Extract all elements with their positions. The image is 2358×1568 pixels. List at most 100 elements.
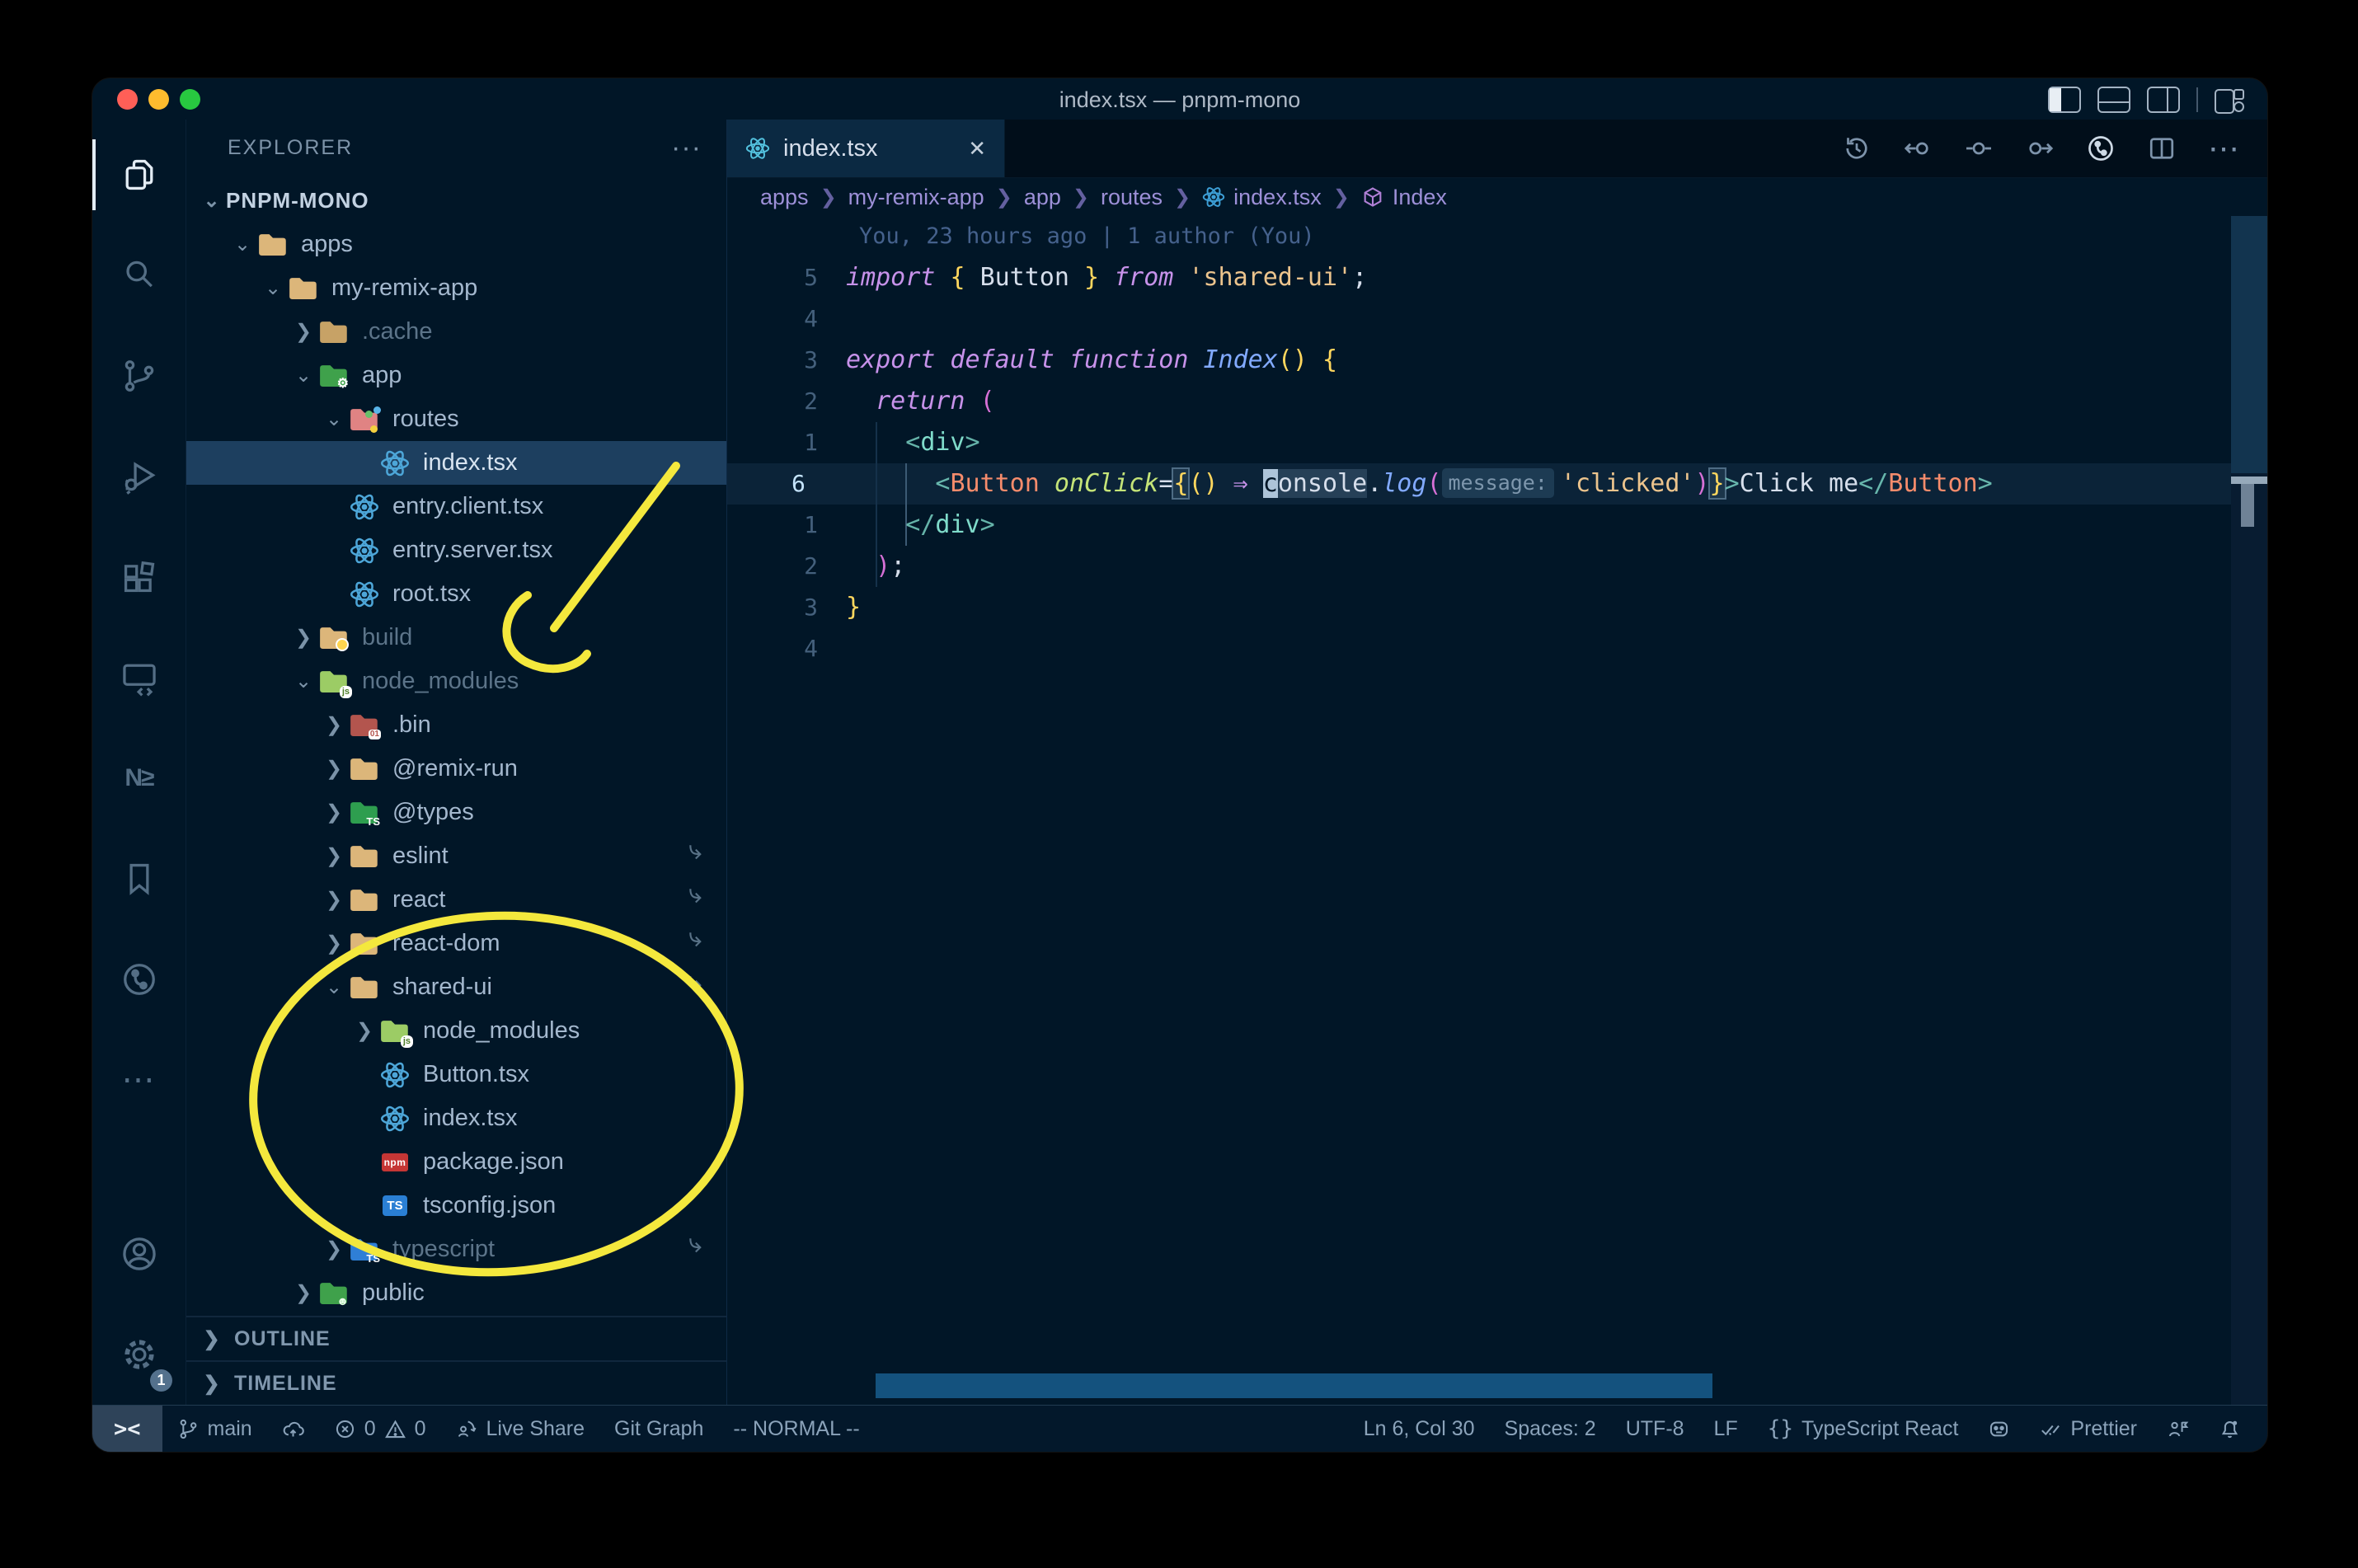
- line-number: 3: [804, 346, 818, 373]
- breadcrumb-separator: ❯: [1174, 185, 1191, 209]
- breadcrumb-apps[interactable]: apps: [760, 185, 809, 210]
- tree-item-app[interactable]: ⌄ ⚙ app: [186, 354, 726, 397]
- notifications-item[interactable]: [2204, 1406, 2256, 1452]
- toggle-panel-icon[interactable]: [2097, 87, 2130, 113]
- code-token: {: [1322, 345, 1338, 374]
- errors-icon: [336, 1420, 354, 1438]
- git-graph-item[interactable]: Git Graph: [599, 1406, 718, 1452]
- tree-item-apps[interactable]: ⌄ apps: [186, 223, 726, 266]
- breadcrumb-index-tsx[interactable]: index.tsx: [1202, 185, 1322, 210]
- toggle-sidebar-icon[interactable]: [2048, 87, 2081, 113]
- timeline-section[interactable]: ❯ TIMELINE: [186, 1360, 726, 1405]
- horizontal-scrollbar[interactable]: [876, 1373, 1712, 1398]
- formatter-item[interactable]: Prettier: [2025, 1406, 2152, 1452]
- tree-item-label: entry.client.tsx: [392, 493, 544, 519]
- next-change-icon[interactable]: [2025, 134, 2055, 163]
- tab-bar: index.tsx ✕ ⋯: [727, 120, 2267, 178]
- tree-item-routes[interactable]: ⌄ routes: [186, 397, 726, 441]
- activity-item-account[interactable]: [92, 1204, 186, 1304]
- tab-index-tsx[interactable]: index.tsx ✕: [727, 120, 1005, 177]
- live-share-item[interactable]: Live Share: [441, 1406, 600, 1452]
- git-graph-icon[interactable]: [2086, 134, 2116, 163]
- tree-item-react-dom[interactable]: ❯ react-dom: [186, 922, 726, 965]
- breadcrumb-app[interactable]: app: [1024, 185, 1061, 210]
- language-mode-item[interactable]: {} TypeScript React: [1753, 1406, 1974, 1452]
- vertical-scrollbar[interactable]: [2231, 216, 2267, 1405]
- tree-item-button-tsx[interactable]: Button.tsx: [186, 1053, 726, 1096]
- code-line: 3}: [727, 587, 2267, 628]
- breadcrumb-my-remix-app[interactable]: my-remix-app: [848, 185, 984, 210]
- tree-item-shared-ui[interactable]: ⌄ shared-ui: [186, 965, 726, 1009]
- tree-item--remix-run[interactable]: ❯ @remix-run: [186, 747, 726, 791]
- tree-item-react[interactable]: ❯ react: [186, 878, 726, 922]
- tree-item--bin[interactable]: ❯ 01 .bin: [186, 703, 726, 747]
- activity-item-more-views[interactable]: ⋯: [92, 1030, 186, 1130]
- tree-item-node-modules[interactable]: ⌄ js node_modules: [186, 660, 726, 703]
- feedback-item[interactable]: [2152, 1406, 2204, 1452]
- code-token: >: [979, 510, 995, 539]
- tree-item-root-tsx[interactable]: root.tsx: [186, 572, 726, 616]
- split-editor-icon[interactable]: [2147, 134, 2177, 163]
- tree-item--types[interactable]: ❯ TS @types: [186, 791, 726, 834]
- copilot-item[interactable]: [1973, 1406, 2025, 1452]
- sync-changes-item[interactable]: [267, 1406, 319, 1452]
- outline-section[interactable]: ❯ OUTLINE: [186, 1316, 726, 1360]
- activity-item-source-control[interactable]: [92, 326, 186, 426]
- breadcrumb-routes[interactable]: routes: [1101, 185, 1163, 210]
- tree-item-tsconfig-json[interactable]: TS tsconfig.json: [186, 1184, 726, 1228]
- tsconfig-icon: TS: [378, 1191, 411, 1221]
- line-number: 4: [804, 635, 818, 662]
- more-actions-icon[interactable]: ⋯: [2208, 130, 2239, 167]
- eol-item[interactable]: LF: [1699, 1406, 1753, 1452]
- customize-layout-icon[interactable]: [2215, 87, 2246, 114]
- indentation-item[interactable]: Spaces: 2: [1490, 1406, 1611, 1452]
- previous-change-icon[interactable]: [1903, 134, 1933, 163]
- explorer-more-actions-icon[interactable]: ···: [671, 132, 702, 164]
- tree-item-node-modules[interactable]: ❯ js node_modules: [186, 1009, 726, 1053]
- tree-item-my-remix-app[interactable]: ⌄ my-remix-app: [186, 266, 726, 310]
- activity-item-extensions[interactable]: [92, 527, 186, 627]
- tree-item--cache[interactable]: ❯ .cache: [186, 310, 726, 354]
- tree-item-package-json[interactable]: npm package.json: [186, 1140, 726, 1184]
- close-tab-icon[interactable]: ✕: [968, 136, 986, 162]
- tree-root-pnpm-mono[interactable]: ⌄ PNPM-MONO: [186, 179, 726, 223]
- breadcrumb-index[interactable]: Index: [1361, 185, 1447, 210]
- tree-item-index-tsx[interactable]: index.tsx: [186, 1096, 726, 1140]
- remote-indicator[interactable]: ><: [92, 1406, 162, 1452]
- code-token: {: [950, 263, 980, 292]
- activity-item-run-debug[interactable]: [92, 426, 186, 527]
- activity-item-settings[interactable]: 1: [92, 1304, 186, 1405]
- activity-item-git-graph[interactable]: [92, 929, 186, 1030]
- activity-item-nx-console[interactable]: N≥: [92, 728, 186, 829]
- tree-item-build[interactable]: ❯ build: [186, 616, 726, 660]
- tree-item-label: node_modules: [362, 668, 519, 694]
- layout-controls: [2048, 87, 2246, 114]
- local-history-icon[interactable]: [1842, 134, 1872, 163]
- activity-item-bookmarks[interactable]: [92, 829, 186, 929]
- activity-item-explorer[interactable]: [92, 124, 186, 225]
- scrollbar-slider[interactable]: [2231, 216, 2267, 473]
- formatter-label: Prettier: [2070, 1416, 2137, 1440]
- toggle-secondary-sidebar-icon[interactable]: [2147, 87, 2180, 113]
- cursor-position-item[interactable]: Ln 6, Col 30: [1349, 1406, 1490, 1452]
- folder-icon: TS: [348, 1235, 381, 1265]
- activity-item-remote-explorer[interactable]: [92, 627, 186, 728]
- problems-item[interactable]: 0 0: [319, 1406, 441, 1452]
- git-branch-item[interactable]: main: [162, 1406, 267, 1452]
- chevron-right-icon: ❯: [294, 1282, 312, 1304]
- activity-item-search[interactable]: [92, 225, 186, 326]
- code-token: </: [1858, 469, 1889, 498]
- tree-item-entry-server-tsx[interactable]: entry.server.tsx: [186, 528, 726, 572]
- tree-item-label: Button.tsx: [423, 1061, 529, 1087]
- open-changes-icon[interactable]: [1964, 134, 1994, 163]
- file-tree: ⌄ PNPM-MONO ⌄ apps ⌄ my-remix-app ❯ .cache ⌄ ⚙ app…: [186, 176, 726, 1316]
- tree-item-entry-client-tsx[interactable]: entry.client.tsx: [186, 485, 726, 528]
- encoding-item[interactable]: UTF-8: [1611, 1406, 1699, 1452]
- tree-item-typescript[interactable]: ❯ TS typescript: [186, 1228, 726, 1271]
- tree-item-index-tsx[interactable]: index.tsx: [186, 441, 726, 485]
- code-editor[interactable]: You, 23 hours ago | 1 author (You) 5 impor…: [727, 216, 2267, 1405]
- tree-item-eslint[interactable]: ❯ eslint: [186, 834, 726, 878]
- tree-item-public[interactable]: ❯ ☻ public: [186, 1271, 726, 1315]
